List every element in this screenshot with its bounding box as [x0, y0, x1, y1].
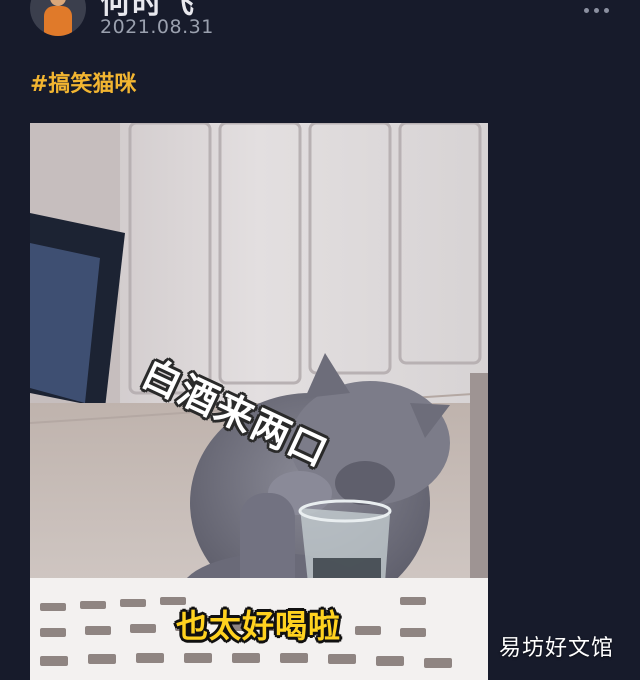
- more-dots-icon-dot: [604, 8, 609, 13]
- post-image[interactable]: 白酒来两口 也太好喝啦: [30, 123, 488, 680]
- topic-hashtag[interactable]: #搞笑猫咪: [30, 66, 136, 98]
- more-options-button[interactable]: [582, 0, 612, 20]
- more-dots-icon-dot: [594, 8, 599, 13]
- post-date: 2021.08.31: [100, 16, 214, 38]
- more-dots-icon: [584, 8, 589, 13]
- watermark: 易坊好文馆: [498, 636, 614, 661]
- post-page: 何时飞 2021.08.31 #搞笑猫咪 白酒来两口 也太好喝啦 易坊好文馆: [0, 0, 640, 680]
- author-avatar[interactable]: [30, 0, 86, 36]
- meme-caption-bottom: 也太好喝啦: [176, 607, 342, 645]
- avatar-figure-body: [44, 6, 72, 36]
